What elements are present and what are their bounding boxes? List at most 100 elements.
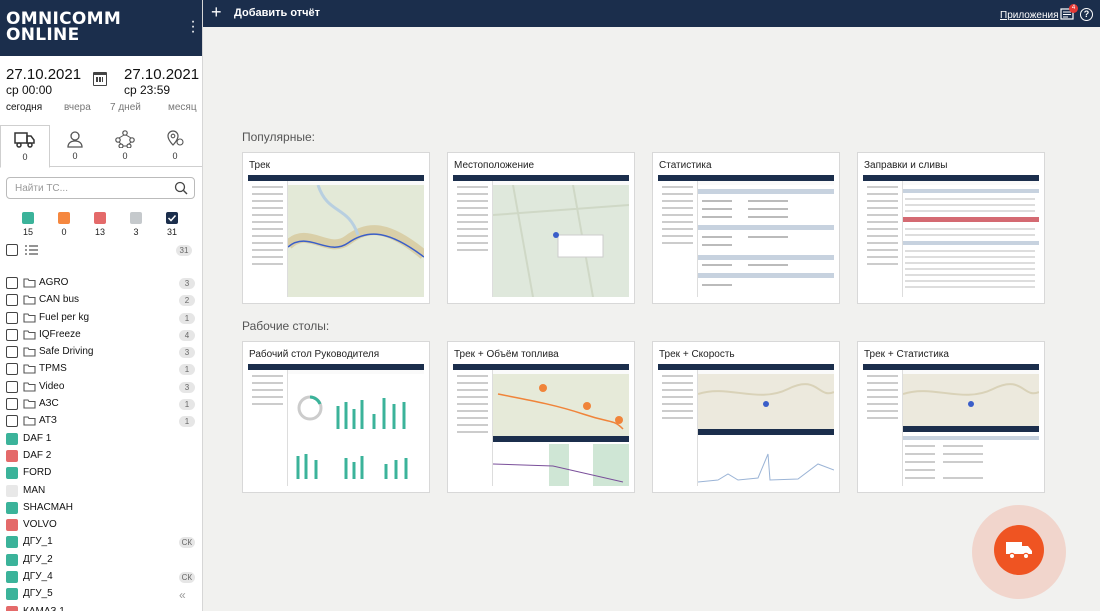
vehicle-status-swatch[interactable] <box>6 588 18 601</box>
group-row[interactable]: IQFreeze 4 <box>0 326 202 343</box>
calendar-icon[interactable] <box>93 72 107 86</box>
group-checkbox[interactable] <box>6 328 18 341</box>
list-view-icon[interactable] <box>25 244 38 256</box>
tab-drivers[interactable]: 0 <box>50 125 100 167</box>
search-icon[interactable] <box>174 181 188 195</box>
status-filter-offline[interactable]: 13 <box>92 212 108 237</box>
time-from[interactable]: ср 00:00 <box>6 83 52 97</box>
status-count: 15 <box>22 227 33 237</box>
vehicle-row[interactable]: DAF 2 <box>0 447 202 464</box>
vehicle-status-swatch[interactable] <box>6 571 18 584</box>
group-row[interactable]: CAN bus 2 <box>0 291 202 308</box>
group-checkbox[interactable] <box>6 415 18 428</box>
vehicle-status-swatch[interactable] <box>6 605 18 611</box>
vehicle-search-input[interactable] <box>7 178 167 198</box>
add-report-button[interactable]: Добавить отчёт <box>234 7 320 19</box>
tab-vehicles[interactable]: 0 <box>0 125 50 168</box>
vehicle-status-swatch[interactable] <box>6 553 18 566</box>
vehicle-row[interactable]: КАМАЗ 1 <box>0 603 202 611</box>
report-card-location[interactable]: Местоположение <box>447 152 635 304</box>
track-preview <box>248 175 424 297</box>
select-all-checkbox[interactable] <box>6 244 18 256</box>
apps-link[interactable]: Приложения <box>1000 10 1059 21</box>
vehicle-row[interactable]: SHACMAH <box>0 499 202 516</box>
group-row[interactable]: AGRO 3 <box>0 274 202 291</box>
vehicle-row[interactable]: ДГУ_5 <box>0 585 202 602</box>
status-filter-warning[interactable]: 0 <box>56 212 72 237</box>
group-row[interactable]: АТЗ 1 <box>0 412 202 429</box>
group-row[interactable]: АЗС 1 <box>0 395 202 412</box>
vehicle-status-swatch[interactable] <box>6 432 18 445</box>
dashboard-card-track-speed[interactable]: Трек + Скорость <box>652 341 840 493</box>
list-header: 31 <box>6 243 194 257</box>
vehicle-status-swatch[interactable] <box>6 484 18 497</box>
plus-icon[interactable]: + <box>211 3 222 21</box>
sidebar-menu-icon[interactable]: · · · <box>190 14 196 40</box>
tab-groups[interactable]: 0 <box>100 125 150 167</box>
report-card-track[interactable]: Трек <box>242 152 430 304</box>
dashboard-card-manager[interactable]: Рабочий стол Руководителя <box>242 341 430 493</box>
vehicle-row[interactable]: ДГУ_2 <box>0 551 202 568</box>
period-today[interactable]: сегодня <box>6 102 42 113</box>
status-filter-online[interactable]: 15 <box>20 212 36 237</box>
collapse-sidebar-icon[interactable]: « <box>179 588 186 602</box>
vehicle-badge: СК <box>178 572 195 584</box>
vehicle-row[interactable]: MAN <box>0 482 202 499</box>
help-icon[interactable]: ? <box>1080 8 1093 21</box>
card-title: Статистика <box>659 160 712 171</box>
truck-icon <box>1006 542 1032 560</box>
brand-line-2: ONLINE <box>6 25 80 45</box>
group-count-badge: 3 <box>179 278 195 289</box>
dashboard-card-track-statistics[interactable]: Трек + Статистика <box>857 341 1045 493</box>
group-count-badge: 3 <box>179 347 195 359</box>
group-checkbox[interactable] <box>6 363 18 376</box>
group-row[interactable]: Fuel per kg 1 <box>0 309 202 326</box>
folder-icon <box>23 399 36 409</box>
sidebar: OMNICOMM ONLINE · · · 27.10.2021 ср 00:00 … <box>0 0 203 611</box>
vehicle-row[interactable]: FORD <box>0 464 202 481</box>
vehicle-row[interactable]: DAF 1 <box>0 430 202 447</box>
group-count-badge: 1 <box>179 416 195 428</box>
group-checkbox[interactable] <box>6 346 18 359</box>
folder-icon <box>23 416 36 426</box>
report-card-refuels[interactable]: Заправки и сливы <box>857 152 1045 304</box>
vehicle-status-swatch[interactable] <box>6 519 18 532</box>
period-yesterday[interactable]: вчера <box>64 102 91 113</box>
group-checkbox[interactable] <box>6 398 18 411</box>
status-filter-all[interactable]: 31 <box>164 212 180 237</box>
group-row[interactable]: Video 3 <box>0 378 202 395</box>
folder-icon <box>23 364 36 375</box>
logo-bar: OMNICOMM ONLINE · · · <box>0 0 202 56</box>
vehicle-row[interactable]: ДГУ_1 СК <box>0 533 202 550</box>
date-to[interactable]: 27.10.2021 <box>124 66 199 83</box>
period-7-days[interactable]: 7 дней <box>110 102 141 113</box>
check-icon <box>166 212 178 224</box>
tab-geozones[interactable]: 0 <box>150 125 200 167</box>
group-checkbox[interactable] <box>6 277 18 289</box>
time-to[interactable]: ср 23:59 <box>124 83 170 97</box>
group-checkbox[interactable] <box>6 380 18 393</box>
status-filter-nodata[interactable]: 3 <box>128 212 144 237</box>
status-count: 13 <box>94 227 105 237</box>
brand-logo: OMNICOMM ONLINE <box>6 11 121 45</box>
group-checkbox[interactable] <box>6 294 18 307</box>
report-card-statistics[interactable]: Статистика <box>652 152 840 304</box>
vehicle-status-swatch[interactable] <box>6 449 18 462</box>
card-title: Трек + Объём топлива <box>454 349 559 360</box>
vehicle-row[interactable]: ДГУ_4 СК <box>0 568 202 585</box>
dashboard-card-track-fuel[interactable]: Трек + Объём топлива <box>447 341 635 493</box>
vehicle-status-swatch[interactable] <box>6 501 18 514</box>
folder-icon <box>23 313 36 323</box>
card-title: Рабочий стол Руководителя <box>249 349 380 360</box>
period-month[interactable]: месяц <box>168 102 197 113</box>
group-row[interactable]: Safe Driving 3 <box>0 343 202 360</box>
vehicle-status-swatch[interactable] <box>6 467 18 480</box>
vehicle-row[interactable]: VOLVO <box>0 516 202 533</box>
vehicle-status-swatch[interactable] <box>6 536 18 549</box>
group-row[interactable]: TPMS 1 <box>0 360 202 377</box>
group-count-badge: 4 <box>179 329 195 341</box>
folder-icon <box>23 382 36 392</box>
group-checkbox[interactable] <box>6 311 18 324</box>
date-from[interactable]: 27.10.2021 <box>6 66 81 83</box>
vehicle-fab-button[interactable] <box>994 525 1044 575</box>
